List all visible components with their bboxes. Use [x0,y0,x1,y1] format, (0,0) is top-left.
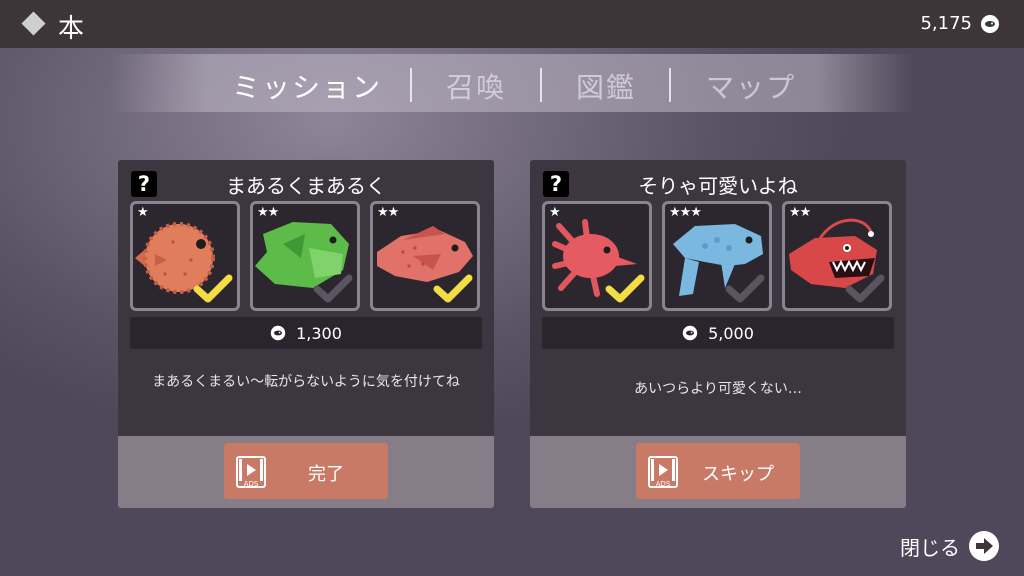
arrow-right-circle-icon [969,531,999,561]
fish-slot-red-lionfish[interactable]: ★ [542,201,652,311]
tab-map[interactable]: マップ [706,66,796,106]
reward-amount: 1,300 [296,323,342,343]
close-label: 閉じる [900,535,960,560]
mission-card-1: ? まあるくまあるく ★ ★★ ★★ 1,300 まあるくまるい〜転がらないよう… [118,160,494,508]
mission-description: まあるくまるい〜転がらないように気を付けてね [152,374,460,390]
page-title: 本 [58,14,85,44]
rarity-stars: ★ [549,205,561,220]
ads-video-icon: ADS [236,456,266,488]
fish-coin-icon [980,14,1000,34]
skip-button-label: スキップ [702,464,774,485]
fish-slot-pufferfish[interactable]: ★ [130,201,240,311]
tab-summon[interactable]: 召喚 [446,66,506,106]
reward-bar: 5,000 [542,317,894,349]
skip-button[interactable]: ADS スキップ [636,443,800,499]
fish-coin-icon [270,325,286,341]
tab-divider [410,68,412,102]
rarity-stars: ★★ [377,205,399,220]
close-button[interactable]: 閉じる [900,530,1000,562]
coin-amount: 5,175 [920,13,972,34]
fish-slot-red-snapper[interactable]: ★★ [370,201,480,311]
tab-missions[interactable]: ミッション [232,66,382,106]
mission-title: まあるくまあるく [226,174,386,198]
coin-counter: 5,175 [920,13,1000,34]
tab-divider [540,68,542,102]
complete-button[interactable]: ADS 完了 [224,443,388,499]
check-icon [193,274,233,303]
ads-badge: ADS [244,480,259,488]
ads-video-icon: ADS [648,456,678,488]
check-icon [313,274,353,303]
fish-coin-icon [682,325,698,341]
mission-title: そりゃ可愛いよね [638,174,798,198]
fish-slot-green-fish[interactable]: ★★ [250,201,360,311]
reward-bar: 1,300 [130,317,482,349]
rarity-stars: ★★★ [669,205,702,220]
tab-divider [669,68,671,102]
mission-card-2: ? そりゃ可愛いよね ★ ★★★ ★★ 5,000 あいつらより可愛くない… A… [530,160,906,508]
mission-description: あいつらより可愛くない… [634,381,802,397]
rarity-stars: ★ [137,205,149,220]
complete-button-label: 完了 [308,464,344,485]
tab-bar: ミッション 召喚 図鑑 マップ [110,54,914,112]
check-icon [725,274,765,303]
top-bar: 本 5,175 [0,0,1024,48]
reward-amount: 5,000 [708,323,754,343]
fish-slot-anglerfish[interactable]: ★★ [782,201,892,311]
fish-slot-blue-sunfish[interactable]: ★★★ [662,201,772,311]
check-icon [845,274,885,303]
tab-encyclopedia[interactable]: 図鑑 [576,66,636,106]
rarity-stars: ★★ [257,205,279,220]
rarity-stars: ★★ [789,205,811,220]
ads-badge: ADS [656,480,671,488]
check-icon [605,274,645,303]
diamond-icon [21,11,46,36]
check-icon [433,274,473,303]
